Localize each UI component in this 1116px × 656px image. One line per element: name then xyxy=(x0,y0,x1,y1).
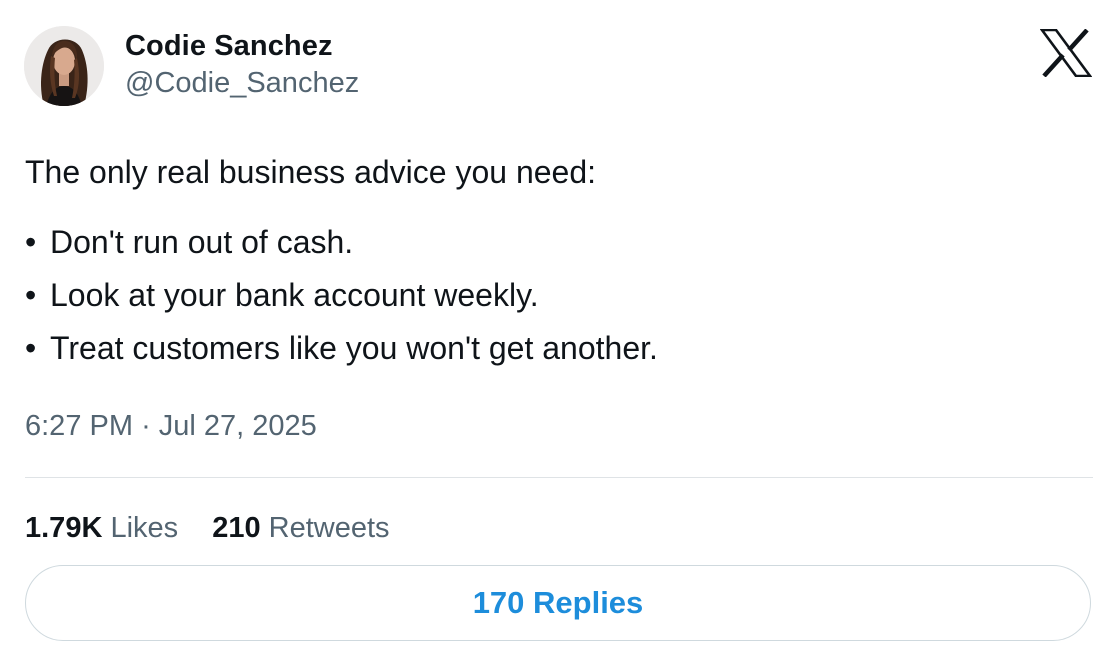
meta-separator: · xyxy=(141,410,151,442)
retweets-label: Retweets xyxy=(268,512,390,544)
tweet-intro: The only real business advice you need: xyxy=(25,154,597,190)
avatar[interactable] xyxy=(24,26,104,106)
bullet-text: Look at your bank account weekly. xyxy=(50,277,539,313)
tweet-time: 6:27 PM xyxy=(25,410,133,442)
bullet-text: Treat customers like you won't get anoth… xyxy=(50,330,658,366)
bullet-icon: • xyxy=(25,330,37,366)
tweet-body: The only real business advice you need: … xyxy=(25,152,1085,381)
tweet-date: Jul 27, 2025 xyxy=(158,410,317,442)
x-logo-icon[interactable] xyxy=(1039,28,1093,78)
retweets-count: 210 xyxy=(212,512,261,544)
likes-count: 1.79K xyxy=(25,512,103,544)
list-item: • Treat customers like you won't get ano… xyxy=(25,328,1085,381)
list-item: • Don't run out of cash. xyxy=(25,222,1085,275)
retweets-stat[interactable]: 210 Retweets xyxy=(212,512,389,545)
likes-label: Likes xyxy=(110,512,179,544)
author-name[interactable]: Codie Sanchez xyxy=(125,30,333,63)
tweet-stats: 1.79K Likes 210 Retweets xyxy=(25,512,416,545)
likes-stat[interactable]: 1.79K Likes xyxy=(25,512,178,545)
bullet-icon: • xyxy=(25,224,37,260)
replies-button[interactable]: 170 Replies xyxy=(25,565,1091,641)
bullet-icon: • xyxy=(25,277,37,313)
divider xyxy=(25,477,1093,478)
author-handle[interactable]: @Codie_Sanchez xyxy=(125,67,359,100)
list-item: • Look at your bank account weekly. xyxy=(25,275,1085,328)
tweet-timestamp[interactable]: 6:27 PM · Jul 27, 2025 xyxy=(25,410,317,443)
tweet-card: Codie Sanchez @Codie_Sanchez The only re… xyxy=(0,0,1116,656)
bullet-text: Don't run out of cash. xyxy=(50,224,354,260)
